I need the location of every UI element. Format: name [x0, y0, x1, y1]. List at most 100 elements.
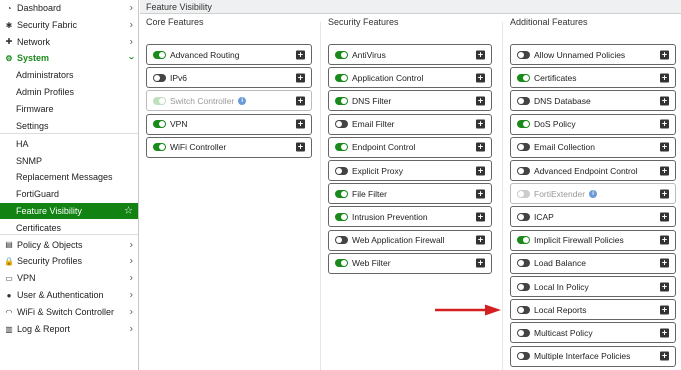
feature-toggle[interactable] — [335, 96, 348, 105]
sidebar-item-ha[interactable]: HA — [0, 136, 138, 153]
expand-plus-icon[interactable]: + — [660, 235, 669, 245]
feature-label: Web Filter — [352, 258, 391, 269]
expand-plus-icon[interactable]: + — [296, 96, 305, 106]
feature-label: Local Reports — [534, 304, 587, 315]
feature-toggle[interactable] — [153, 50, 166, 59]
sidebar-item-label: User & Authentication — [17, 290, 104, 301]
feature-toggle[interactable] — [335, 120, 348, 129]
chart-icon: ▥ — [5, 324, 13, 334]
sidebar-item-dashboard[interactable]: ◔ Dashboard › — [0, 0, 138, 17]
sidebar-item-administrators[interactable]: Administrators — [0, 67, 138, 84]
feature-toggle[interactable] — [517, 143, 530, 152]
info-icon[interactable]: i — [589, 189, 598, 198]
expand-plus-icon[interactable]: + — [660, 50, 669, 59]
feature-card-email-filter: Email Filter + — [328, 113, 492, 135]
feature-toggle[interactable] — [517, 120, 530, 129]
feature-toggle[interactable] — [517, 282, 530, 291]
expand-plus-icon[interactable]: + — [660, 212, 669, 222]
favorite-star-icon[interactable]: ☆ — [124, 206, 133, 217]
user-icon: ● — [6, 290, 12, 300]
feature-label: Multiple Interface Policies — [534, 351, 631, 362]
expand-plus-icon[interactable]: + — [476, 142, 485, 152]
feature-toggle[interactable] — [517, 352, 530, 361]
expand-plus-icon[interactable]: + — [660, 142, 669, 152]
sidebar-item-fortiguard[interactable]: FortiGuard — [0, 186, 138, 203]
expand-plus-icon[interactable]: + — [476, 96, 485, 106]
sidebar-item-feature-visibility[interactable]: Feature Visibility ☆ — [0, 202, 138, 220]
feature-label: Explicit Proxy — [352, 165, 404, 176]
feature-card-explicit-proxy: Explicit Proxy + — [328, 160, 492, 181]
red-arrow-annotation — [435, 304, 501, 316]
feature-label: IPv6 — [170, 72, 188, 83]
expand-plus-icon[interactable]: + — [660, 282, 669, 291]
expand-plus-icon[interactable]: + — [296, 73, 305, 83]
sidebar-item-security-fabric[interactable]: ✱ Security Fabric › — [0, 17, 138, 34]
feature-card-antivirus: AntiVirus + — [328, 44, 492, 65]
expand-plus-icon[interactable]: + — [660, 119, 669, 129]
feature-toggle[interactable] — [335, 50, 348, 59]
sidebar-item-vpn[interactable]: ▭ VPN › — [0, 270, 138, 287]
feature-toggle[interactable] — [335, 189, 348, 198]
feature-toggle[interactable] — [335, 259, 348, 268]
sidebar-item-firmware[interactable]: Firmware — [0, 101, 138, 118]
feature-toggle — [153, 96, 166, 105]
chevron-right-icon: › — [129, 306, 133, 318]
expand-plus-icon[interactable]: + — [476, 189, 485, 199]
feature-toggle[interactable] — [153, 120, 166, 129]
sidebar-item-label: VPN — [17, 273, 36, 284]
feature-label: Web Application Firewall — [352, 235, 445, 246]
feature-toggle[interactable] — [517, 328, 530, 337]
sidebar-item-replacement-messages[interactable]: Replacement Messages — [0, 169, 138, 186]
feature-toggle[interactable] — [517, 259, 530, 268]
expand-plus-icon[interactable]: + — [660, 166, 669, 175]
sidebar-item-log-report[interactable]: ▥ Log & Report › — [0, 321, 138, 338]
sidebar-item-wifi-switch-controller[interactable]: ◠ WiFi & Switch Controller › — [0, 304, 138, 321]
expand-plus-icon[interactable]: + — [660, 258, 669, 268]
expand-plus-icon[interactable]: + — [476, 235, 485, 245]
feature-card-file-filter: File Filter + — [328, 183, 492, 205]
expand-plus-icon[interactable]: + — [476, 73, 485, 83]
sidebar-item-admin-profiles[interactable]: Admin Profiles — [0, 84, 138, 101]
expand-plus-icon[interactable]: + — [296, 50, 305, 59]
expand-plus-icon[interactable]: + — [296, 142, 305, 152]
sidebar-item-snmp[interactable]: SNMP — [0, 152, 138, 169]
feature-toggle[interactable] — [517, 166, 530, 175]
expand-plus-icon[interactable]: + — [476, 50, 485, 59]
sidebar-item-system[interactable]: ⚙ System › — [0, 50, 138, 67]
sidebar-item-policy-objects[interactable]: ▤ Policy & Objects › — [0, 236, 138, 253]
sidebar-item-network[interactable]: ✚ Network › — [0, 33, 138, 50]
feature-toggle[interactable] — [517, 96, 530, 105]
feature-toggle[interactable] — [335, 143, 348, 152]
expand-plus-icon[interactable]: + — [476, 166, 485, 175]
expand-plus-icon[interactable]: + — [660, 305, 669, 315]
feature-toggle[interactable] — [517, 305, 530, 314]
expand-plus-icon[interactable]: + — [296, 119, 305, 129]
feature-label: Implicit Firewall Policies — [534, 235, 624, 246]
feature-card-icap: ICAP + — [510, 206, 676, 228]
feature-toggle[interactable] — [335, 73, 348, 82]
feature-toggle[interactable] — [517, 50, 530, 59]
feature-toggle[interactable] — [335, 236, 348, 245]
sidebar-item-user-authentication[interactable]: ● User & Authentication › — [0, 287, 138, 304]
sidebar-divider — [0, 132, 138, 134]
feature-toggle[interactable] — [517, 73, 530, 82]
feature-card-vpn: VPN + — [146, 113, 312, 135]
feature-toggle[interactable] — [335, 212, 348, 221]
expand-plus-icon[interactable]: + — [476, 119, 485, 129]
feature-toggle[interactable] — [153, 73, 166, 82]
security-features-column: Security Features — [322, 14, 502, 31]
expand-plus-icon[interactable]: + — [476, 212, 485, 222]
expand-plus-icon[interactable]: + — [660, 351, 669, 361]
info-icon[interactable]: i — [238, 96, 247, 105]
expand-plus-icon[interactable]: + — [660, 189, 669, 199]
feature-toggle[interactable] — [517, 236, 530, 245]
expand-plus-icon[interactable]: + — [660, 328, 669, 338]
feature-toggle[interactable] — [153, 143, 166, 152]
expand-plus-icon[interactable]: + — [660, 96, 669, 106]
feature-toggle[interactable] — [335, 166, 348, 175]
sidebar-item-label: Firmware — [16, 104, 54, 115]
feature-toggle[interactable] — [517, 212, 530, 221]
sidebar-item-security-profiles[interactable]: 🔒 Security Profiles › — [0, 253, 138, 270]
expand-plus-icon[interactable]: + — [476, 258, 485, 268]
expand-plus-icon[interactable]: + — [660, 73, 669, 83]
